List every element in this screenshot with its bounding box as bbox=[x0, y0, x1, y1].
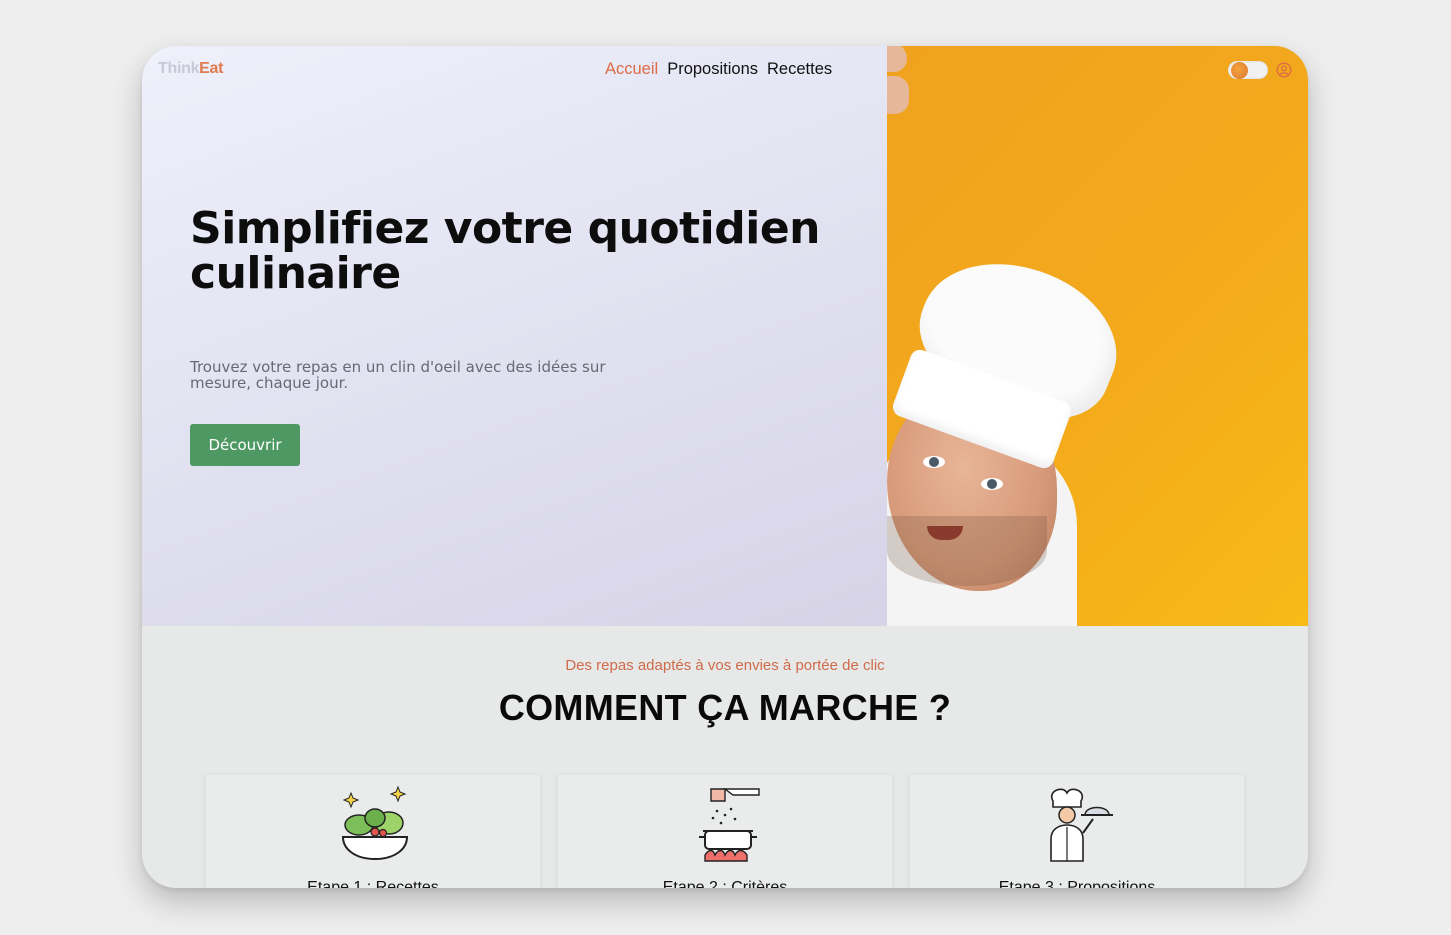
hero-section: ThinkEat Accueil Propositions Recettes S… bbox=[142, 46, 1308, 626]
how-eyebrow: Des repas adaptés à vos envies à portée … bbox=[565, 657, 885, 674]
brand-logo-think: Think bbox=[158, 60, 200, 77]
hero-background bbox=[142, 46, 887, 626]
nav-item-accueil[interactable]: Accueil bbox=[605, 60, 658, 79]
chef-right-eye bbox=[981, 478, 1003, 490]
app-window: ThinkEat Accueil Propositions Recettes S… bbox=[142, 46, 1308, 888]
salad-bowl-icon bbox=[341, 785, 409, 861]
discover-button[interactable]: Découvrir bbox=[190, 424, 300, 466]
nav-item-recettes[interactable]: Recettes bbox=[767, 60, 832, 79]
step-label: Etape 1 : Recettes bbox=[307, 879, 439, 888]
step-card-recettes[interactable]: Etape 1 : Recettes bbox=[205, 774, 541, 888]
brand-logo[interactable]: ThinkEat bbox=[158, 60, 223, 78]
how-title: COMMENT ÇA MARCHE ? bbox=[498, 687, 952, 728]
cooking-pot-icon bbox=[699, 788, 760, 862]
theme-toggle[interactable] bbox=[1228, 61, 1268, 79]
chef-serving-icon bbox=[1050, 788, 1113, 862]
hero-image bbox=[887, 46, 1308, 626]
chef-fingers bbox=[887, 76, 909, 114]
step-card-propositions[interactable]: Etape 3 : Propositions bbox=[909, 774, 1245, 888]
main-nav: Accueil Propositions Recettes bbox=[605, 60, 832, 79]
step-card-criteres[interactable]: Etape 2 : Critères bbox=[557, 774, 893, 888]
step-label: Etape 3 : Propositions bbox=[998, 879, 1156, 888]
step-label: Etape 2 : Critères bbox=[662, 879, 788, 888]
steps-list: Etape 1 : Recettes Etape 2 : Critères Et… bbox=[205, 774, 1246, 888]
chef-left-eye bbox=[923, 456, 945, 468]
chef-hand bbox=[887, 46, 907, 72]
hero-subtitle: Trouvez votre repas en un clin d'oeil av… bbox=[190, 358, 606, 392]
user-account-icon[interactable] bbox=[1276, 62, 1292, 78]
hero-title: Simplifiez votre quotidien culinaire bbox=[190, 203, 820, 299]
brand-logo-eat: Eat bbox=[199, 60, 224, 77]
theme-toggle-knob bbox=[1231, 62, 1248, 79]
chef-beard bbox=[887, 516, 1047, 586]
nav-item-propositions[interactable]: Propositions bbox=[667, 60, 758, 79]
